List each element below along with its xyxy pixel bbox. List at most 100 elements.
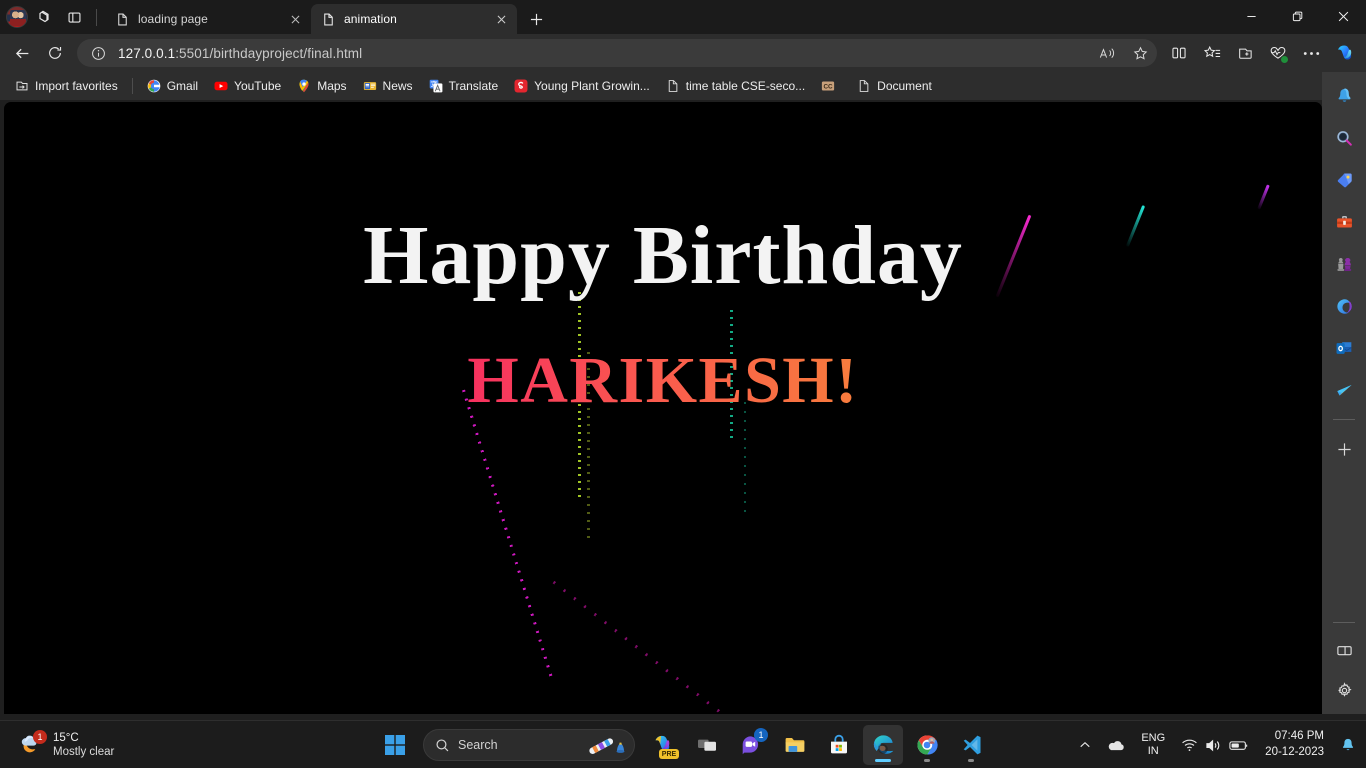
running-indicator bbox=[968, 759, 974, 762]
price-tag-icon[interactable] bbox=[1328, 164, 1360, 196]
new-tab-button[interactable] bbox=[521, 4, 551, 34]
bookmark-young-plant-growing[interactable]: Young Plant Growin... bbox=[507, 75, 657, 97]
bookmark-maps[interactable]: Maps bbox=[290, 75, 353, 97]
youtube-icon bbox=[214, 81, 228, 91]
minimize-button[interactable] bbox=[1228, 0, 1274, 32]
show-hidden-icons-button[interactable] bbox=[1073, 726, 1097, 764]
bookmark-label: Document bbox=[877, 79, 932, 93]
bookmark-news[interactable]: News bbox=[356, 75, 420, 97]
search-placeholder: Search bbox=[458, 738, 498, 752]
bookmark-youtube[interactable]: YouTube bbox=[207, 75, 288, 97]
chat-badge: 1 bbox=[754, 728, 768, 742]
microsoft365-icon[interactable] bbox=[1328, 290, 1360, 322]
language-indicator[interactable]: ENG IN bbox=[1133, 726, 1173, 764]
taskbar-app-task-view[interactable] bbox=[687, 725, 727, 765]
weather-badge: 1 bbox=[33, 730, 47, 744]
bookmark-label: News bbox=[382, 79, 413, 93]
address-bar[interactable]: 127.0.0.1:5501/birthdayproject/final.htm… bbox=[77, 39, 1157, 67]
tab-list: loading page animation bbox=[105, 0, 551, 34]
close-button[interactable] bbox=[1320, 0, 1366, 32]
gear-icon[interactable] bbox=[1328, 674, 1360, 706]
page-icon bbox=[118, 13, 127, 25]
favorite-star-icon[interactable] bbox=[1127, 41, 1153, 65]
gmail-icon bbox=[147, 79, 161, 93]
site-info-icon[interactable] bbox=[85, 41, 111, 65]
clock-date: 20-12-2023 bbox=[1265, 746, 1324, 758]
add-sidebar-app-icon[interactable] bbox=[1328, 433, 1360, 465]
onedrive-icon[interactable] bbox=[1099, 726, 1131, 764]
favorites-icon[interactable] bbox=[1196, 38, 1228, 68]
bell-icon[interactable] bbox=[1328, 80, 1360, 112]
toolbox-icon[interactable] bbox=[1328, 206, 1360, 238]
refresh-button[interactable] bbox=[39, 38, 71, 68]
taskbar-app-vscode[interactable] bbox=[951, 725, 991, 765]
bookmark-document[interactable]: Document bbox=[850, 75, 939, 97]
games-icon[interactable] bbox=[1328, 248, 1360, 280]
page-title: Happy Birthday bbox=[363, 209, 963, 302]
outlook-icon[interactable] bbox=[1328, 332, 1360, 364]
divider bbox=[96, 8, 97, 26]
rocket-streak-purple bbox=[1257, 184, 1270, 210]
particle-trail-magenta-tail bbox=[552, 580, 736, 714]
clock[interactable]: 07:46 PM 20-12-2023 bbox=[1257, 726, 1332, 764]
system-tray: ENG IN 07:46 PM 20-12-2023 bbox=[1073, 721, 1362, 768]
bookmark-cc[interactable]: CC bbox=[814, 75, 848, 97]
bookmark-gmail[interactable]: Gmail bbox=[140, 75, 205, 97]
workspaces-icon[interactable] bbox=[30, 3, 58, 31]
divider bbox=[1333, 622, 1355, 623]
page-icon bbox=[859, 80, 869, 92]
quick-settings-button[interactable] bbox=[1175, 726, 1255, 764]
browser-essentials-icon[interactable] bbox=[1262, 38, 1294, 68]
panel-icon[interactable] bbox=[1328, 634, 1360, 666]
taskbar-app-copilot[interactable]: PRE bbox=[643, 725, 683, 765]
import-favorites-icon bbox=[16, 81, 28, 91]
bookmark-label: Gmail bbox=[166, 79, 199, 93]
edge-browser-window: loading page animation 127.0.0.1:5501/bi… bbox=[0, 0, 1366, 768]
bookmark-translate[interactable]: Translate bbox=[422, 75, 506, 97]
bookmark-label: Translate bbox=[448, 79, 499, 93]
send-icon[interactable] bbox=[1328, 374, 1360, 406]
notifications-bell-icon[interactable] bbox=[1334, 726, 1362, 764]
taskbar-app-microsoft-store[interactable] bbox=[819, 725, 859, 765]
taskbar-app-chat[interactable]: 1 bbox=[731, 725, 771, 765]
browser-tab[interactable]: loading page bbox=[105, 4, 311, 34]
weather-widget[interactable]: 1 15°C Mostly clear bbox=[8, 725, 124, 765]
divider bbox=[1333, 419, 1355, 420]
tab-title: animation bbox=[344, 12, 397, 26]
taskbar-app-chrome[interactable] bbox=[907, 725, 947, 765]
back-button[interactable] bbox=[6, 38, 38, 68]
collections-icon[interactable] bbox=[1229, 38, 1261, 68]
settings-and-more-icon[interactable] bbox=[1295, 38, 1327, 68]
search-icon[interactable] bbox=[1328, 122, 1360, 154]
bookmark-time-table[interactable]: time table CSE-seco... bbox=[659, 75, 812, 97]
avatar[interactable] bbox=[6, 6, 28, 28]
bookmark-import-favorites[interactable]: Import favorites bbox=[8, 75, 125, 97]
search-decoration-icon bbox=[589, 738, 625, 754]
search-input[interactable]: Search bbox=[423, 729, 635, 761]
browser-tab-active[interactable]: animation bbox=[311, 4, 517, 34]
language-line-2: IN bbox=[1147, 745, 1159, 757]
active-indicator bbox=[875, 759, 891, 762]
restore-button[interactable] bbox=[1274, 0, 1320, 32]
url-text[interactable]: 127.0.0.1:5501/birthdayproject/final.htm… bbox=[118, 46, 1087, 61]
bookmark-label: Import favorites bbox=[35, 79, 118, 93]
wifi-icon bbox=[1182, 739, 1197, 751]
tab-title: loading page bbox=[138, 12, 208, 26]
close-icon[interactable] bbox=[285, 9, 305, 29]
taskbar-app-edge[interactable] bbox=[863, 725, 903, 765]
cloud-moon-icon: 1 bbox=[18, 730, 47, 758]
taskbar-app-file-explorer[interactable] bbox=[775, 725, 815, 765]
birthday-name: HARIKESH! bbox=[4, 348, 1322, 414]
bookmark-label: Maps bbox=[317, 79, 347, 93]
bookmark-label: Young Plant Growin... bbox=[534, 79, 650, 93]
maps-pin-icon bbox=[299, 79, 309, 93]
read-aloud-icon[interactable] bbox=[1094, 41, 1120, 65]
split-screen-icon[interactable] bbox=[1163, 38, 1195, 68]
copilot-icon[interactable] bbox=[1328, 38, 1360, 68]
tab-actions-icon[interactable] bbox=[60, 3, 88, 31]
particle-trail-teal-lower bbox=[744, 402, 746, 512]
weather-text: 15°C Mostly clear bbox=[53, 731, 114, 760]
start-button[interactable] bbox=[375, 725, 415, 765]
close-icon[interactable] bbox=[491, 9, 511, 29]
tab-strip-left-controls bbox=[0, 0, 105, 34]
